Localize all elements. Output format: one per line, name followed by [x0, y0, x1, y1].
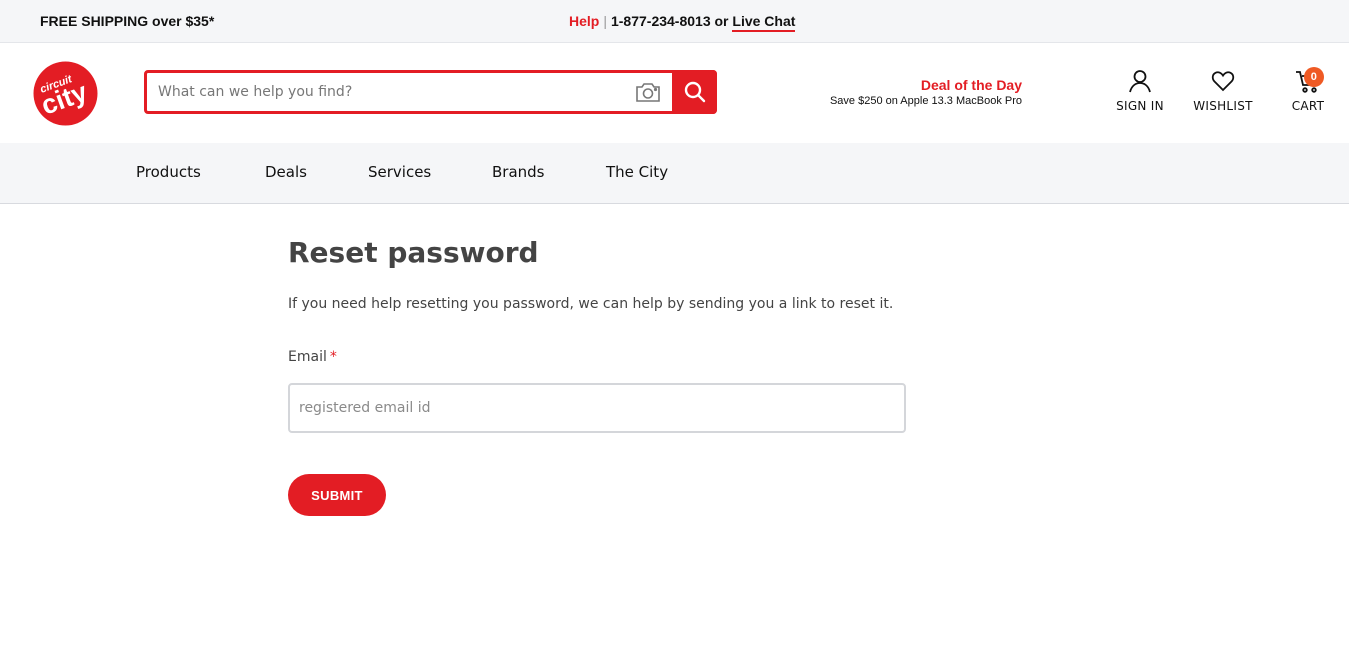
search-input[interactable]: [147, 73, 631, 111]
help-link[interactable]: Help: [569, 13, 599, 29]
email-label: Email *: [288, 349, 337, 365]
nav-item-products[interactable]: Products: [136, 163, 201, 181]
nav-item-deals[interactable]: Deals: [265, 163, 307, 181]
search-button[interactable]: [672, 70, 717, 114]
page-title: Reset password: [288, 236, 539, 269]
required-asterisk: *: [329, 349, 337, 365]
help-line: Help | 1-877-234-8013 or Live Chat: [569, 13, 796, 32]
wishlist-label: WISHLIST: [1193, 99, 1253, 113]
heart-icon: [1211, 71, 1235, 92]
sign-in-label: SIGN IN: [1116, 99, 1164, 113]
site-header: circuit city Deal of the Day Save $250 o…: [0, 43, 1349, 143]
free-shipping-text: FREE SHIPPING over $35*: [40, 13, 215, 29]
phone-number: 1-877-234-8013 or: [610, 13, 729, 29]
nav-item-brands[interactable]: Brands: [492, 163, 545, 181]
search-icon: [684, 81, 705, 103]
help-separator: |: [603, 13, 607, 29]
deal-title: Deal of the Day: [920, 77, 1022, 93]
circuit-city-logo[interactable]: circuit city: [33, 61, 98, 126]
cart-count-badge: 0: [1304, 67, 1324, 87]
search-box: [144, 70, 717, 114]
user-icon: [1129, 70, 1151, 93]
sign-in-button[interactable]: SIGN IN: [1112, 69, 1168, 113]
nav-item-services[interactable]: Services: [368, 163, 431, 181]
wishlist-button[interactable]: WISHLIST: [1193, 69, 1253, 113]
nav-item-the-city[interactable]: The City: [606, 163, 668, 181]
main-navigation: Products Deals Services Brands The City: [0, 143, 1349, 204]
reset-description: If you need help resetting you password,…: [288, 296, 894, 312]
camera-icon[interactable]: [635, 81, 661, 103]
deal-description: Save $250 on Apple 13.3 MacBook Pro: [829, 95, 1022, 107]
cart-button[interactable]: 0 CART: [1286, 67, 1330, 113]
email-label-text: Email: [288, 349, 327, 365]
top-utility-bar: FREE SHIPPING over $35* Help | 1-877-234-8…: [0, 0, 1349, 43]
deal-of-the-day[interactable]: Deal of the Day Save $250 on Apple 13.3 …: [800, 77, 1022, 107]
cart-label: CART: [1291, 99, 1325, 113]
email-field[interactable]: [288, 383, 906, 433]
live-chat-link[interactable]: Live Chat: [732, 13, 796, 32]
submit-button[interactable]: SUBMIT: [288, 474, 386, 516]
